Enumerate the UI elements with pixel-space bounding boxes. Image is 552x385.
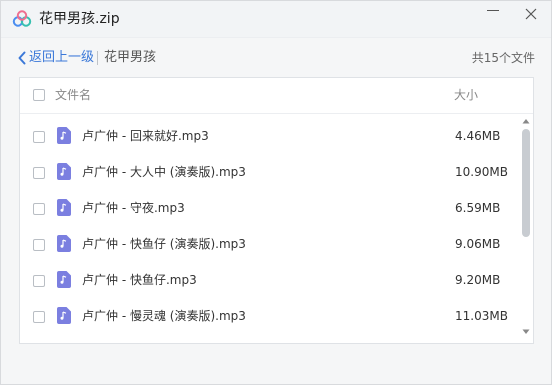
file-size: 9.06MB bbox=[455, 237, 501, 251]
music-file-icon bbox=[57, 199, 71, 216]
file-name: 卢广仲 - 慢灵魂 (演奏版).mp3 bbox=[82, 309, 246, 323]
music-file-icon bbox=[57, 271, 71, 288]
music-file-icon bbox=[57, 235, 71, 252]
breadcrumb-divider bbox=[97, 51, 98, 65]
select-all-checkbox[interactable] bbox=[33, 89, 45, 101]
file-count-label: 共15个文件 bbox=[471, 51, 535, 65]
row-checkbox[interactable] bbox=[33, 203, 45, 215]
title-bar: 花甲男孩.zip bbox=[1, 1, 551, 38]
file-size: 11.03MB bbox=[455, 309, 508, 323]
file-rows: 卢广仲 - 回来就好.mp3 4.46MB 卢广仲 - 大人中 (演奏版).mp… bbox=[20, 113, 520, 343]
row-checkbox[interactable] bbox=[33, 239, 45, 251]
scroll-up-arrow-icon[interactable] bbox=[522, 118, 530, 124]
file-size: 6.59MB bbox=[455, 201, 501, 215]
column-header-name: 文件名 bbox=[55, 88, 92, 102]
file-size: 10.90MB bbox=[455, 165, 508, 179]
file-name: 卢广仲 - 大人中 (演奏版).mp3 bbox=[82, 165, 246, 179]
baidu-netdisk-logo-icon bbox=[12, 10, 32, 27]
list-header: 文件名 大小 bbox=[20, 78, 533, 114]
archive-preview-window: 花甲男孩.zip 返回上一级 花甲男孩 共15个文件 文件名 大小 卢广仲 - … bbox=[0, 0, 552, 385]
back-to-parent-link[interactable]: 返回上一级 bbox=[17, 50, 94, 66]
file-row[interactable]: 卢广仲 - 慢灵魂 (演奏版).mp3 11.03MB bbox=[20, 298, 518, 334]
close-icon bbox=[525, 8, 537, 20]
file-row[interactable]: 卢广仲 - 快鱼仔.mp3 9.20MB bbox=[20, 262, 518, 298]
file-size: 9.20MB bbox=[455, 273, 501, 287]
file-list-panel: 文件名 大小 卢广仲 - 回来就好.mp3 4.46MB 卢广仲 - 大人中 (… bbox=[19, 77, 534, 344]
column-header-size: 大小 bbox=[454, 88, 479, 102]
file-row[interactable]: 卢广仲 - 回来就好.mp3 4.46MB bbox=[20, 118, 518, 154]
minimize-icon bbox=[487, 10, 499, 11]
file-name: 卢广仲 - 快鱼仔.mp3 bbox=[82, 273, 197, 287]
navigation-bar: 返回上一级 花甲男孩 共15个文件 bbox=[1, 37, 551, 77]
scrollbar-thumb[interactable] bbox=[522, 129, 530, 237]
row-checkbox[interactable] bbox=[33, 275, 45, 287]
row-checkbox[interactable] bbox=[33, 131, 45, 143]
file-row[interactable]: 卢广仲 - 快鱼仔 (演奏版).mp3 9.06MB bbox=[20, 226, 518, 262]
file-row[interactable]: 卢广仲 - 守夜.mp3 6.59MB bbox=[20, 190, 518, 226]
close-button[interactable] bbox=[517, 5, 545, 33]
file-name: 卢广仲 - 守夜.mp3 bbox=[82, 201, 185, 215]
file-size: 4.46MB bbox=[455, 129, 501, 143]
file-name: 卢广仲 - 回来就好.mp3 bbox=[82, 129, 209, 143]
minimize-button[interactable] bbox=[479, 5, 507, 33]
file-name: 卢广仲 - 快鱼仔 (演奏版).mp3 bbox=[82, 237, 246, 251]
row-checkbox[interactable] bbox=[33, 311, 45, 323]
window-title: 花甲男孩.zip bbox=[39, 11, 120, 27]
music-file-icon bbox=[57, 163, 71, 180]
back-label: 返回上一级 bbox=[29, 50, 95, 65]
breadcrumb-current-folder: 花甲男孩 bbox=[104, 50, 157, 65]
file-row[interactable]: 卢广仲 - 大人中 (演奏版).mp3 10.90MB bbox=[20, 154, 518, 190]
chevron-left-icon bbox=[18, 51, 26, 65]
music-file-icon bbox=[57, 127, 71, 144]
scroll-down-arrow-icon[interactable] bbox=[522, 329, 530, 335]
row-checkbox[interactable] bbox=[33, 167, 45, 179]
music-file-icon bbox=[57, 307, 71, 324]
